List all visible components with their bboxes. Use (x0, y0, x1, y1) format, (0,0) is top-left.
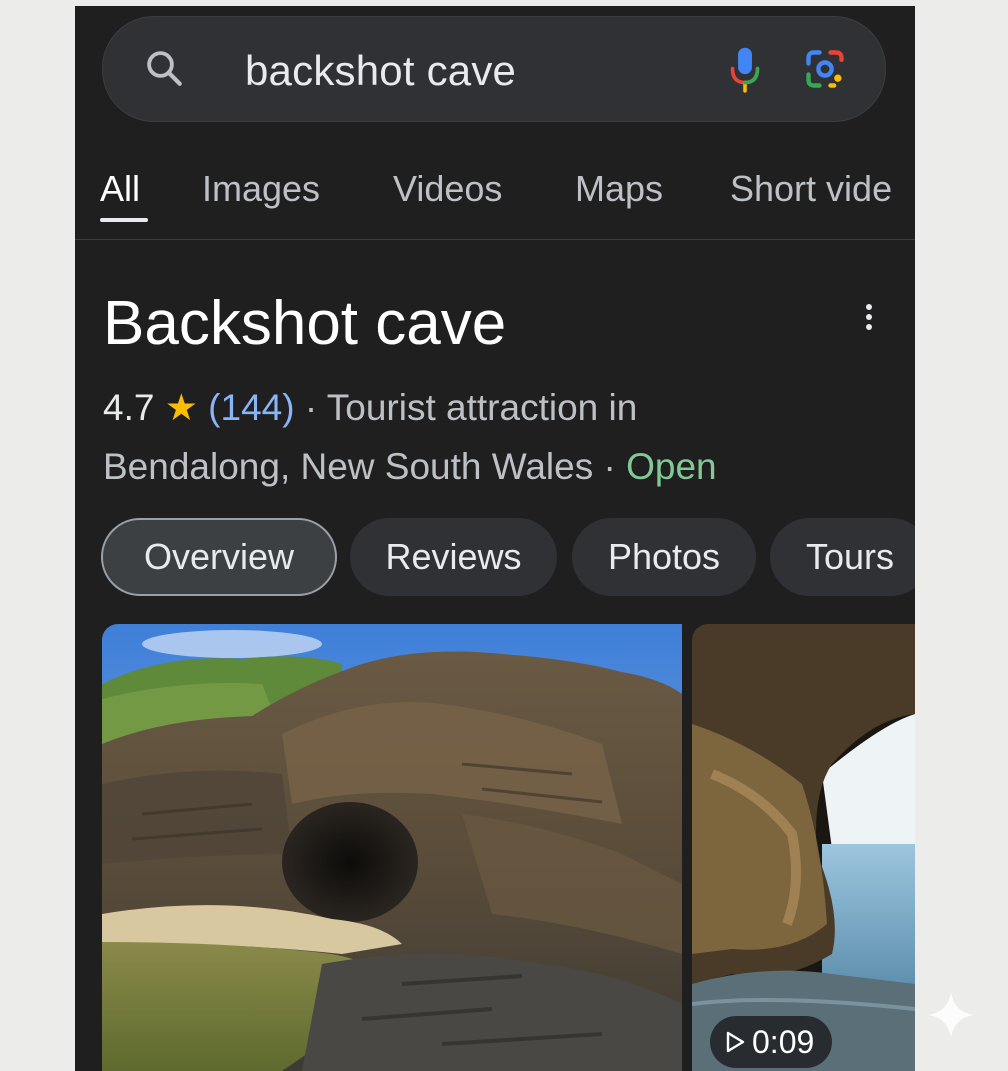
place-location-line: Bendalong, New South Wales · Open (103, 446, 717, 488)
tabs-divider (75, 239, 915, 240)
tab-maps[interactable]: Maps (575, 168, 663, 210)
play-icon (726, 1031, 745, 1053)
open-status: Open (626, 446, 717, 487)
search-icon[interactable] (143, 47, 185, 89)
search-query[interactable]: backshot cave (245, 47, 516, 95)
place-category: · Tourist attraction in (294, 387, 638, 428)
place-location: Bendalong, New South Wales (103, 446, 594, 487)
review-count-link[interactable]: (144) (208, 387, 294, 428)
video-duration-badge: 0:09 (710, 1016, 833, 1068)
tab-images[interactable]: Images (202, 168, 320, 210)
sparkle-icon (928, 992, 974, 1038)
mic-icon[interactable] (728, 45, 762, 95)
star-icon: ★ (164, 387, 198, 428)
cave-photo (102, 624, 682, 1071)
rating-value: 4.7 (103, 387, 155, 428)
place-info-line: 4.7 ★ (144) · Tourist attraction in (103, 386, 637, 429)
place-photo-main[interactable] (102, 624, 682, 1071)
phone-screen: backshot cave All Images Videos Maps Sho… (75, 6, 915, 1071)
lens-icon[interactable] (803, 47, 847, 91)
tab-all[interactable]: All (100, 168, 140, 210)
place-video-thumbnail[interactable] (692, 624, 915, 1071)
chip-photos[interactable]: Photos (572, 518, 756, 596)
active-tab-indicator (100, 218, 148, 222)
video-duration: 0:09 (752, 1023, 815, 1060)
more-vert-icon[interactable] (857, 301, 881, 335)
separator-dot: · (593, 446, 627, 487)
chip-reviews[interactable]: Reviews (350, 518, 557, 596)
search-tabs: All Images Videos Maps Short vide (75, 156, 915, 241)
chip-tours[interactable]: Tours (770, 518, 915, 596)
tab-short-videos[interactable]: Short vide (730, 168, 892, 210)
search-bar[interactable]: backshot cave (102, 16, 886, 122)
place-title: Backshot cave (103, 289, 507, 358)
chip-overview[interactable]: Overview (101, 518, 337, 596)
sea-cave-photo (692, 624, 915, 1071)
tab-videos[interactable]: Videos (393, 168, 502, 210)
